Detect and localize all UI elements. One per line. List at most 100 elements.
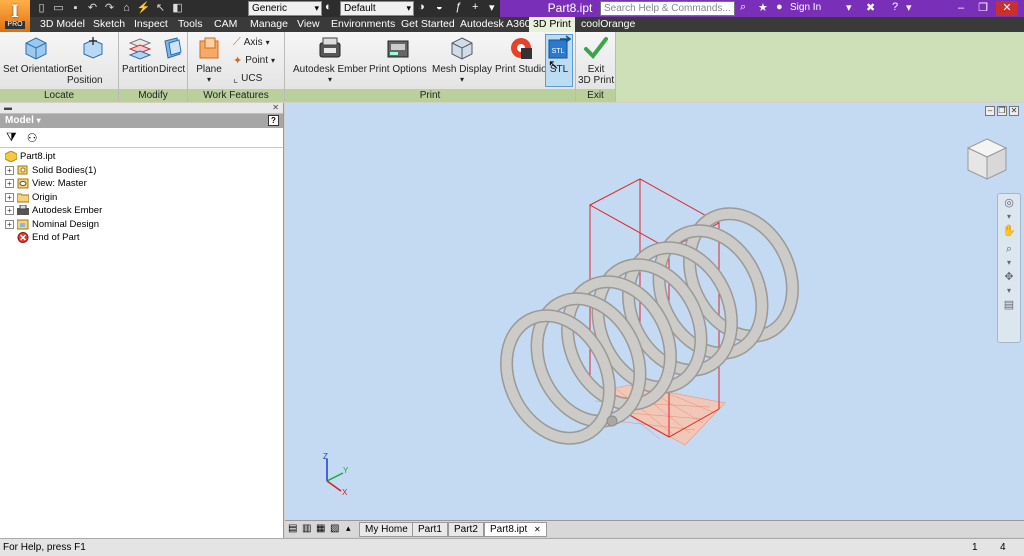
tile-horizontal-icon[interactable]: ▥: [302, 523, 311, 534]
spring-model: [500, 178, 799, 446]
mesh-display-button[interactable]: Mesh Display ▾: [432, 35, 492, 84]
save-icon[interactable]: ▪: [68, 1, 83, 16]
application-menu-button[interactable]: I PRO: [0, 0, 30, 32]
spring-coil: [593, 259, 706, 393]
clear-appearance-icon[interactable]: ◑: [418, 1, 425, 13]
tree-node[interactable]: + Nominal Design: [0, 218, 283, 232]
filter-icon[interactable]: ⧩: [6, 130, 17, 145]
partition-button[interactable]: Partition: [122, 35, 159, 75]
browser-help-icon[interactable]: ?: [268, 115, 279, 126]
document-tabs: ▤ ▥ ▦ ▧ ▴ My Home Part1 Part2 Part8.ipt …: [285, 520, 1024, 537]
maximize-icon[interactable]: ❐: [972, 1, 994, 16]
spring-coil: [623, 242, 737, 376]
undo-icon[interactable]: ↶: [85, 1, 100, 16]
browser-menu-icon[interactable]: ▬: [4, 103, 12, 112]
tab-3d-print[interactable]: 3D Print: [529, 17, 575, 32]
doctab-part1[interactable]: Part1: [412, 522, 448, 537]
set-position-button[interactable]: Set Position: [67, 35, 118, 86]
expand-icon[interactable]: +: [5, 165, 14, 175]
redo-icon[interactable]: ↷: [102, 1, 117, 16]
ucs-icon: ⌞: [233, 73, 239, 85]
help-icon[interactable]: ?: [892, 1, 898, 13]
doctab-part2[interactable]: Part2: [448, 522, 484, 537]
tree-node-label: Autodesk Ember: [32, 205, 103, 217]
tab-tools[interactable]: Tools: [174, 17, 207, 32]
direct-button[interactable]: Direct: [159, 35, 185, 75]
doctab-my-home[interactable]: My Home: [359, 522, 414, 537]
tab-inspect[interactable]: Inspect: [130, 17, 172, 32]
tab-manage[interactable]: Manage: [246, 17, 292, 32]
parameters-icon[interactable]: ƒ: [455, 1, 461, 13]
autodesk-ember-button[interactable]: Autodesk Ember ▾: [293, 35, 367, 84]
expand-icon[interactable]: +: [5, 206, 14, 216]
tab-environments[interactable]: Environments: [327, 17, 399, 32]
signin-dropdown-icon[interactable]: ▾: [846, 1, 852, 14]
spring-coil: [684, 208, 798, 342]
set-orientation-button[interactable]: Set Orientation: [3, 35, 70, 75]
expand-icon[interactable]: +: [5, 219, 14, 229]
set-orientation-icon: [25, 37, 47, 60]
tree-node[interactable]: End of Part: [0, 231, 283, 245]
expand-icon[interactable]: +: [5, 192, 14, 202]
minimize-icon[interactable]: –: [950, 1, 972, 16]
expand-icon[interactable]: +: [5, 179, 14, 189]
ucs-button[interactable]: ⌞ UCS: [233, 72, 262, 85]
point-button[interactable]: ✦ Point ▾: [233, 54, 275, 67]
tab-get-started[interactable]: Get Started: [397, 17, 459, 32]
axis-triad-icon: Z Y X: [323, 452, 349, 497]
qat-dropdown-icon[interactable]: ▾: [489, 1, 495, 14]
print-options-button[interactable]: Print Options: [369, 35, 427, 75]
tab-autodesk-a360[interactable]: Autodesk A360: [456, 17, 535, 32]
material-combo[interactable]: Generic: [248, 1, 322, 16]
plane-icon: [199, 37, 219, 59]
tree-node[interactable]: + Solid Bodies(1): [0, 164, 283, 178]
graphics-viewport[interactable]: – ❐ ✕ ◎ ▾ ✋ ⌕ ▾ ✥ ▾ ▤ Z Y X: [285, 103, 1024, 520]
open-folder-icon[interactable]: ▭: [51, 1, 66, 16]
browser-header[interactable]: Model ▾ ?: [0, 114, 283, 128]
help-dropdown-icon[interactable]: ▾: [906, 1, 912, 14]
plane-button[interactable]: Plane ▾: [196, 35, 222, 84]
model-tree: Part8.ipt + Solid Bodies(1) + View: Master + O…: [0, 148, 283, 245]
tab-view[interactable]: View: [293, 17, 324, 32]
status-help-text: For Help, press F1: [3, 542, 86, 553]
favorites-star-icon[interactable]: ★: [758, 1, 768, 14]
tree-node[interactable]: + Origin: [0, 191, 283, 205]
find-binoculars-icon[interactable]: ⚇: [27, 131, 38, 145]
tab-3d-model[interactable]: 3D Model: [36, 17, 89, 32]
update-icon[interactable]: ⚡: [136, 1, 151, 16]
doctab-part8[interactable]: Part8.ipt ✕: [484, 522, 547, 537]
tree-node[interactable]: + Autodesk Ember: [0, 204, 283, 218]
doctab-close-icon[interactable]: ✕: [534, 525, 541, 534]
add-icon[interactable]: +: [472, 1, 478, 13]
cascade-icon[interactable]: ▧: [330, 523, 339, 534]
plane-dropdown-icon: ▾: [206, 75, 211, 84]
tree-node[interactable]: + View: Master: [0, 177, 283, 191]
exchange-apps-icon[interactable]: ✖: [866, 1, 875, 14]
adjust-icon[interactable]: ◒: [436, 1, 443, 13]
new-file-icon[interactable]: ▯: [34, 1, 49, 16]
exit-3d-print-button[interactable]: Exit 3D Print: [578, 35, 614, 86]
tile-vertical-icon[interactable]: ▦: [316, 523, 325, 534]
axis-button[interactable]: ⟋ Axis ▾: [233, 36, 270, 49]
browser-close-icon[interactable]: ✕: [272, 103, 279, 112]
material-icon[interactable]: ◧: [170, 1, 185, 16]
appearance-combo[interactable]: Default: [340, 1, 414, 16]
sign-in-link[interactable]: Sign In: [790, 2, 821, 13]
help-search-input[interactable]: Search Help & Commands...: [600, 1, 735, 16]
tab-cam[interactable]: CAM: [210, 17, 241, 32]
tile-layout-icon[interactable]: ▤: [288, 523, 297, 534]
search-icon[interactable]: ⌕: [740, 1, 746, 14]
print-studio-button[interactable]: Print Studio: [495, 35, 547, 75]
close-icon[interactable]: ✕: [996, 1, 1018, 16]
group-label-work-features: Work Features: [188, 89, 284, 102]
end-of-part-icon: [17, 232, 29, 244]
tab-coolorange[interactable]: coolOrange: [577, 17, 639, 32]
home-icon[interactable]: ⌂: [119, 1, 134, 16]
ribbon-empty-area: [616, 32, 1024, 102]
tab-sketch[interactable]: Sketch: [89, 17, 129, 32]
spring-coil: [501, 310, 615, 444]
status-count-2: 4: [1000, 542, 1006, 553]
tab-menu-icon[interactable]: ▴: [346, 523, 351, 534]
select-icon[interactable]: ↖: [153, 1, 168, 16]
tree-node[interactable]: Part8.ipt: [0, 150, 283, 164]
